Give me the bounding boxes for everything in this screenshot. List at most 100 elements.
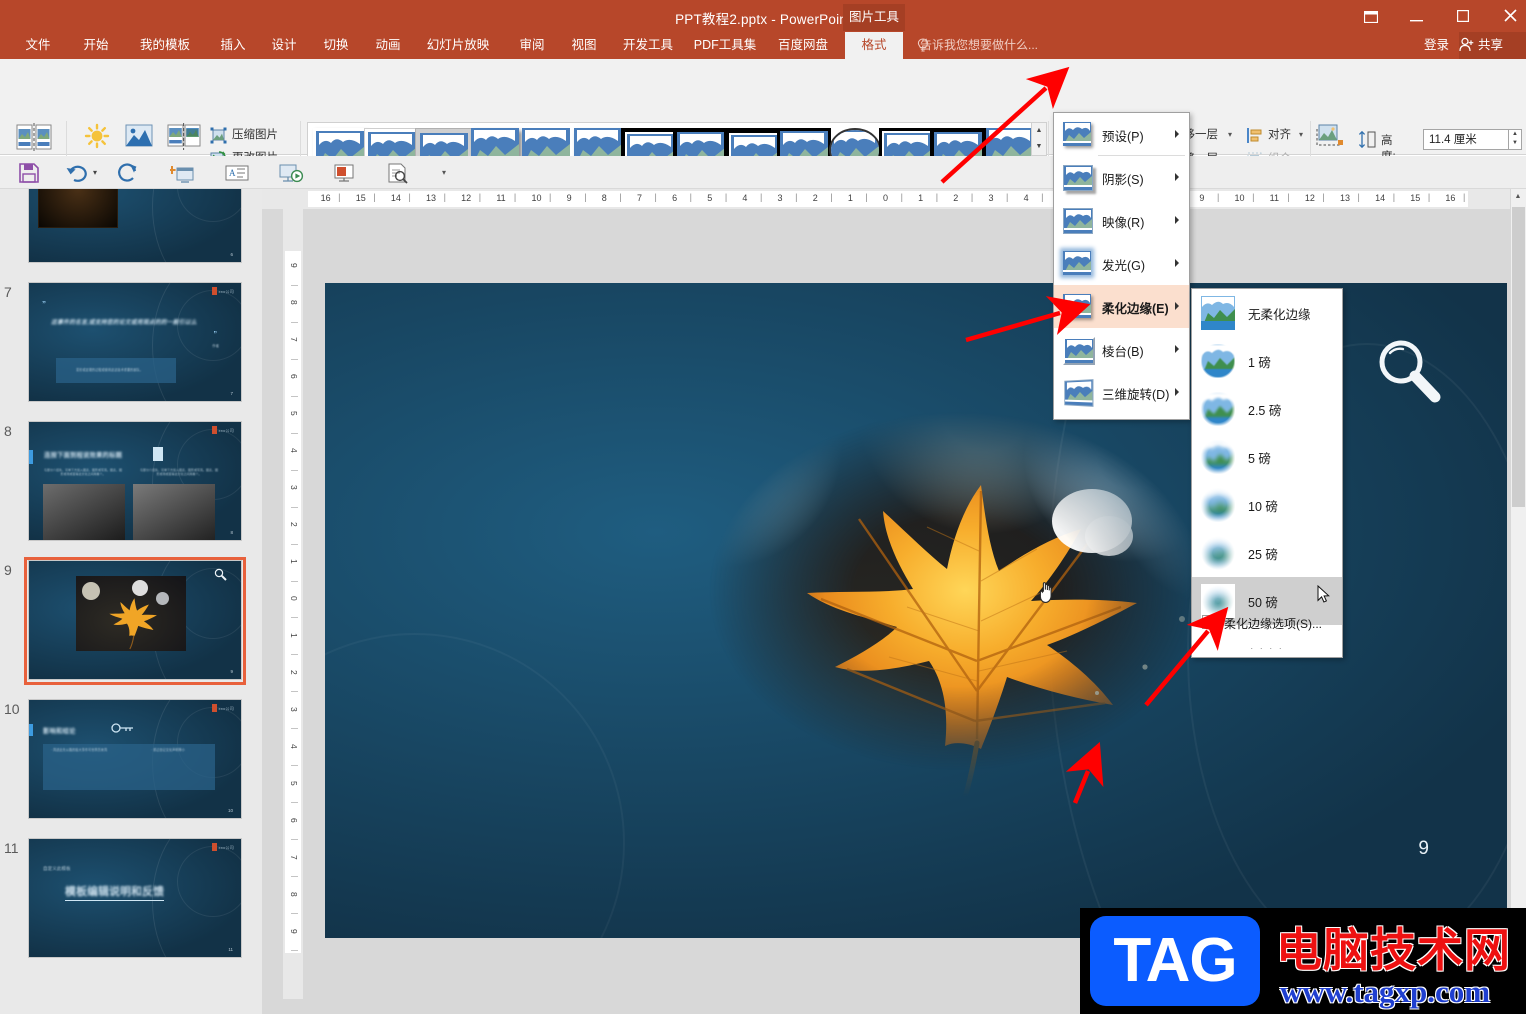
soft-edges-options-item[interactable]: 柔化边缘选项(S)... bbox=[1192, 611, 1342, 635]
mouse-pointer-cursor-icon bbox=[1317, 584, 1330, 607]
slide-page-number: 11 bbox=[228, 947, 233, 952]
scroll-up-icon[interactable]: ▲ bbox=[1511, 189, 1525, 205]
ruler-tick-h-31: 15 bbox=[1410, 193, 1421, 203]
tab-12[interactable]: 百度网盘 bbox=[766, 32, 840, 59]
text-box-icon[interactable]: A bbox=[224, 162, 250, 184]
height-input[interactable]: 11.4 厘米 bbox=[1423, 129, 1509, 150]
qat-more-icon[interactable]: ▾ bbox=[438, 162, 450, 184]
undo-dropdown-icon[interactable]: ▾ bbox=[90, 162, 100, 184]
tab-5[interactable]: 切换 bbox=[310, 32, 362, 59]
start-slideshow-icon[interactable] bbox=[278, 162, 304, 184]
picture-effects-item-5[interactable]: 棱台(B) bbox=[1054, 328, 1189, 371]
ruler-minor-tick: | bbox=[759, 192, 763, 202]
ruler-tick-v-9: 0 bbox=[289, 596, 299, 601]
scroll-up-icon[interactable]: ▲ bbox=[1032, 123, 1046, 139]
scrollbar-thumb[interactable] bbox=[1512, 207, 1525, 507]
compress-pictures-button[interactable]: 压缩图片 bbox=[208, 123, 278, 147]
soft-edges-item-4[interactable]: 10 磅 bbox=[1192, 481, 1342, 529]
slide-thumbnail-number-1: 7 bbox=[4, 284, 12, 300]
stage-scrollbar[interactable]: ▲ ▼ bbox=[1511, 189, 1526, 1014]
ruler-minor-tick: — bbox=[291, 910, 298, 918]
vertical-ruler[interactable]: 9 — 8 — 7 — 6 — 5 — 4 — 3 — 2 — 1 — 0 — 1 — 2 — 3 — 4 — 5 — 6 — 7 — 8 — 9 — bbox=[283, 209, 303, 999]
ruler-minor-tick: | bbox=[373, 192, 376, 202]
slide-thumbnail-8[interactable]: xxx公司 连按下面到程说效果的标题 与部分介绍先，可单下方加入图表，图形或写真。图… bbox=[28, 421, 242, 541]
ruler-minor-tick: | bbox=[549, 192, 552, 202]
tell-me-search[interactable]: 告诉我您想要做什么... bbox=[920, 32, 1038, 59]
chevron-down-icon[interactable]: ▾ bbox=[1228, 123, 1232, 147]
tab-0[interactable]: 文件 bbox=[12, 32, 64, 59]
slide-thumbnail-10[interactable]: xxx公司 影响和结论 · 简述此先公路的极大事件可世界历来简 · 重过自记文化声明等… bbox=[28, 699, 242, 819]
submenu-arrow-icon bbox=[1175, 302, 1179, 310]
present-icon[interactable] bbox=[331, 162, 357, 184]
ruler-tick-h-30: 14 bbox=[1375, 193, 1386, 203]
picture-effects-item-1[interactable]: 阴影(S) bbox=[1054, 156, 1189, 199]
slide-thumbnail-panel[interactable]: 6ε=mc²此处照片的标题插入变与你的公司和产品描述相符（年度和内容等），然后通… bbox=[0, 189, 262, 1014]
picture-effects-item-4[interactable]: 柔化边缘(E) bbox=[1054, 285, 1189, 328]
ruler-minor-tick: — bbox=[291, 614, 298, 622]
tab-2[interactable]: 我的模板 bbox=[128, 32, 202, 59]
ruler-minor-tick: — bbox=[291, 651, 298, 659]
tab-4[interactable]: 设计 bbox=[258, 32, 310, 59]
picture-effects-item-3[interactable]: 发光(G) bbox=[1054, 242, 1189, 285]
tab-9[interactable]: 视图 bbox=[558, 32, 610, 59]
soft-edges-item-2[interactable]: 2.5 磅 bbox=[1192, 385, 1342, 433]
soft-edges-submenu[interactable]: 无柔化边缘 1 磅 2.5 磅 5 磅 10 磅 25 磅 50 磅 柔化边缘选项(S)..… bbox=[1191, 288, 1343, 658]
height-stepper[interactable]: ▲ ▼ bbox=[1509, 129, 1522, 150]
tab-6[interactable]: 动画 bbox=[362, 32, 414, 59]
slide-page-number: 7 bbox=[230, 391, 233, 396]
slide-thumbnail-number-2: 8 bbox=[4, 423, 12, 439]
share-button[interactable]: 共享 bbox=[1459, 32, 1526, 59]
ruler-minor-tick: — bbox=[291, 799, 298, 807]
menu-item-label: 发光(G) bbox=[1102, 259, 1146, 273]
undo-icon[interactable] bbox=[66, 162, 88, 184]
login-link[interactable]: 登录 bbox=[1424, 32, 1449, 59]
tab-7[interactable]: 幻灯片放映 bbox=[414, 32, 502, 59]
soft-edges-item-1[interactable]: 1 磅 bbox=[1192, 337, 1342, 385]
ruler-minor-tick: | bbox=[338, 192, 341, 202]
soft-edges-item-label: 50 磅 bbox=[1248, 596, 1278, 610]
save-icon[interactable] bbox=[18, 162, 40, 184]
ruler-minor-tick: — bbox=[291, 429, 298, 437]
scroll-down-icon[interactable]: ▼ bbox=[1032, 139, 1046, 155]
soft-edges-preview-icon bbox=[1201, 488, 1235, 522]
close-icon[interactable] bbox=[1494, 6, 1526, 30]
tab-13[interactable]: 格式 bbox=[845, 32, 903, 59]
print-preview-icon[interactable] bbox=[384, 162, 410, 184]
tab-8[interactable]: 审阅 bbox=[506, 32, 558, 59]
ribbon-display-options-icon[interactable] bbox=[1355, 6, 1387, 30]
new-slide-icon[interactable] bbox=[168, 162, 196, 184]
ruler-minor-tick: | bbox=[1041, 192, 1044, 202]
shadow-effect-icon bbox=[1063, 165, 1093, 191]
slide-thumbnail-6[interactable]: ε=mc²此处照片的标题插入变与你的公司和产品描述相符（年度和内容等），然后通过… bbox=[28, 189, 242, 263]
ruler-minor-tick: | bbox=[1287, 192, 1290, 202]
picture-effects-item-2[interactable]: 映像(R) bbox=[1054, 199, 1189, 242]
tab-11[interactable]: PDF工具集 bbox=[686, 32, 764, 59]
chevron-down-icon[interactable]: ▾ bbox=[1299, 123, 1303, 147]
picture-effects-item-6[interactable]: 三维旋转(D) bbox=[1054, 371, 1189, 414]
picture-effects-menu[interactable]: 预设(P) 阴影(S) 映像(R) 发光(G) 柔化边缘(E) 棱台(B) 三维… bbox=[1053, 112, 1190, 420]
soft-edges-item-5[interactable]: 25 磅 bbox=[1192, 529, 1342, 577]
submenu-grip-handle[interactable]: · · · · bbox=[1192, 643, 1342, 653]
slide-thumbnail-9[interactable]: 9 bbox=[28, 560, 242, 680]
horizontal-ruler[interactable]: 16 | 15 | 14 | 13 | 12 | 11 | 10 | 9 | 8 | 7 | 6 | 5 | 4 | 3 | 2 | 1 | 0… bbox=[262, 189, 1510, 209]
quick-access-toolbar: ▾ A ▾ bbox=[0, 156, 1526, 189]
minimize-icon[interactable] bbox=[1400, 6, 1432, 30]
decor-ring bbox=[325, 633, 625, 938]
slide-thumbnail-7[interactable]: xxx公司” 这事件的名言,或支持您的论文或用观点的的一般引以么” 作者 变形或定理的… bbox=[28, 282, 242, 402]
soft-edges-options-icon bbox=[1202, 615, 1216, 629]
tab-10[interactable]: 开发工具 bbox=[611, 32, 685, 59]
align-button[interactable]: 对齐 ▾ bbox=[1244, 123, 1303, 147]
slide-thumbnail-11[interactable]: xxx公司 自定义此模板 模板编辑说明和反馈 11 bbox=[28, 838, 242, 958]
picture-color-icon bbox=[123, 124, 155, 156]
maximize-icon[interactable] bbox=[1447, 6, 1479, 30]
redo-icon[interactable] bbox=[117, 162, 139, 184]
soft-edges-item-label: 5 磅 bbox=[1248, 452, 1271, 466]
soft-edges-item-3[interactable]: 5 磅 bbox=[1192, 433, 1342, 481]
soft-edges-item-0[interactable]: 无柔化边缘 bbox=[1192, 289, 1342, 337]
ruler-minor-tick: | bbox=[1252, 192, 1255, 202]
tab-1[interactable]: 开始 bbox=[70, 32, 122, 59]
ruler-tick-v-2: 7 bbox=[289, 337, 299, 343]
tab-3[interactable]: 插入 bbox=[207, 32, 259, 59]
ruler-minor-tick: — bbox=[291, 540, 298, 548]
picture-effects-item-0[interactable]: 预设(P) bbox=[1054, 113, 1189, 156]
